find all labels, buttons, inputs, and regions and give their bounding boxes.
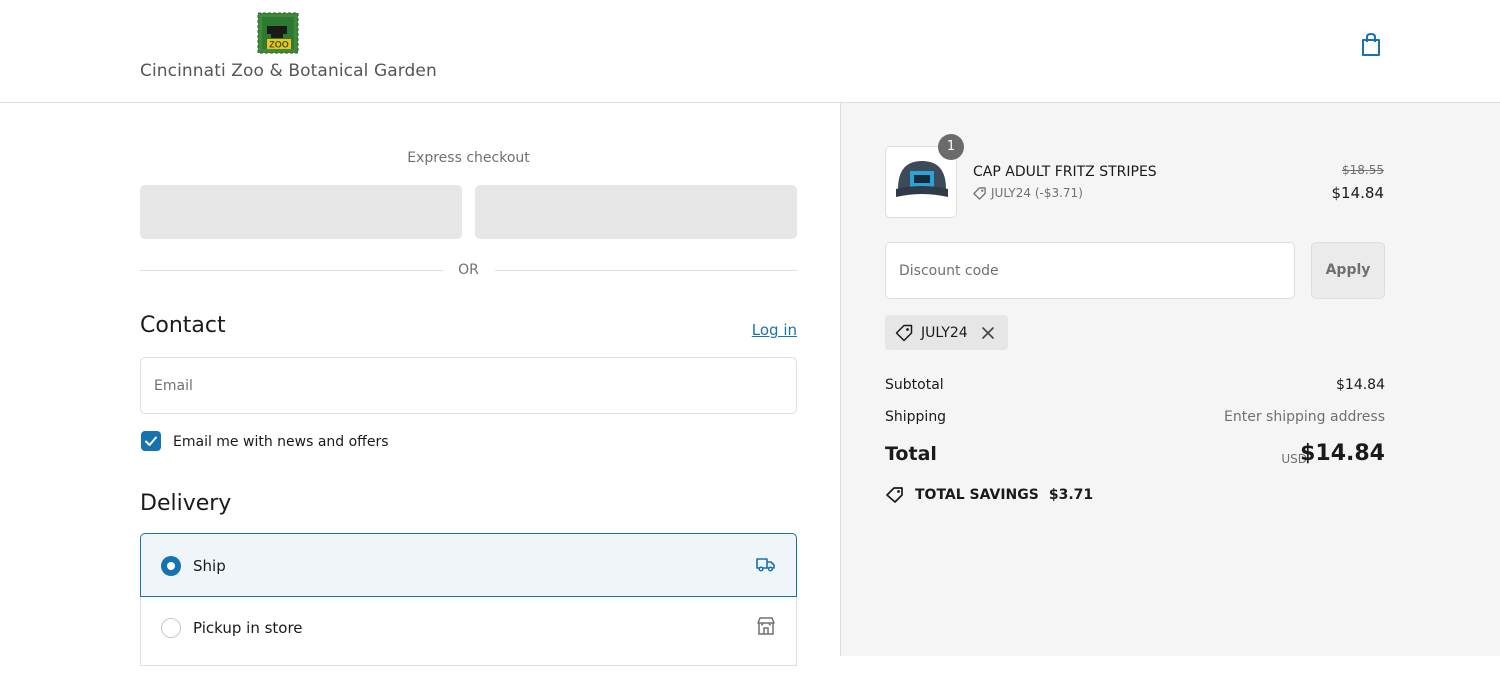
delivery-option-ship[interactable]: Ship — [140, 533, 797, 597]
savings-label: TOTAL SAVINGS — [915, 487, 1039, 503]
subtotal-row: Subtotal $14.84 — [885, 377, 1385, 393]
ship-radio[interactable] — [161, 556, 181, 576]
delivery-heading: Delivery — [140, 491, 232, 516]
shipping-label: Shipping — [885, 409, 947, 425]
subtotal-label: Subtotal — [885, 377, 944, 393]
apply-button[interactable]: Apply — [1311, 242, 1385, 299]
checkmark-icon — [145, 436, 157, 446]
store-logo[interactable]: ZOO Cincinnati Zoo & Botanical Garden — [140, 12, 437, 82]
quantity-badge: 1 — [938, 134, 964, 160]
shopping-bag-icon[interactable] — [1360, 32, 1382, 58]
truck-icon — [756, 554, 776, 574]
discount-placeholder: Discount code — [899, 262, 999, 279]
shipping-row: Shipping Enter shipping address — [885, 409, 1385, 425]
product-discount: JULY24 (-$3.71) — [973, 186, 1083, 200]
newsletter-checkbox[interactable] — [141, 431, 161, 451]
email-placeholder: Email — [154, 377, 193, 394]
remove-discount-icon[interactable] — [980, 325, 996, 341]
express-checkout-label: Express checkout — [407, 150, 530, 166]
applied-code: JULY24 — [921, 324, 968, 341]
original-price: $18.55 — [1342, 163, 1384, 177]
contact-heading: Contact — [140, 313, 226, 338]
newsletter-label: Email me with news and offers — [173, 434, 389, 450]
total-label: Total — [885, 443, 937, 465]
tag-icon — [973, 186, 986, 200]
express-pay-button-2[interactable] — [475, 185, 797, 239]
shipping-value: Enter shipping address — [1224, 409, 1385, 425]
product-name: CAP ADULT FRITZ STRIPES — [973, 164, 1157, 180]
tag-icon — [895, 324, 913, 341]
svg-text:ZOO: ZOO — [269, 40, 289, 50]
savings-tag-icon — [886, 487, 903, 503]
order-summary: 1 CAP ADULT FRITZ STRIPES JULY24 (-$3.71… — [840, 103, 1500, 656]
header: ZOO Cincinnati Zoo & Botanical Garden — [0, 0, 1500, 103]
pickup-label: Pickup in store — [193, 619, 303, 637]
zoo-logo-icon: ZOO — [257, 12, 299, 54]
ship-label: Ship — [193, 557, 226, 575]
subtotal-value: $14.84 — [1336, 377, 1385, 393]
or-divider: OR — [140, 261, 797, 281]
product-price: $14.84 — [1331, 184, 1385, 202]
total-value: $14.84 — [1300, 441, 1385, 466]
login-link[interactable]: Log in — [752, 321, 797, 339]
store-name: Cincinnati Zoo & Botanical Garden — [140, 61, 437, 81]
discount-code-input[interactable]: Discount code — [885, 242, 1295, 299]
pickup-radio[interactable] — [161, 618, 181, 638]
total-savings: TOTAL SAVINGS $3.71 — [885, 486, 1093, 504]
delivery-options: Ship Pickup in store — [140, 533, 797, 673]
checkout-main: Express checkout OR Contact Log in Email… — [0, 103, 840, 666]
savings-value: $3.71 — [1048, 487, 1094, 503]
express-pay-button-1[interactable] — [140, 185, 462, 239]
applied-discount-chip: JULY24 — [885, 315, 1008, 350]
store-icon — [756, 616, 776, 636]
email-field[interactable]: Email — [140, 357, 797, 414]
